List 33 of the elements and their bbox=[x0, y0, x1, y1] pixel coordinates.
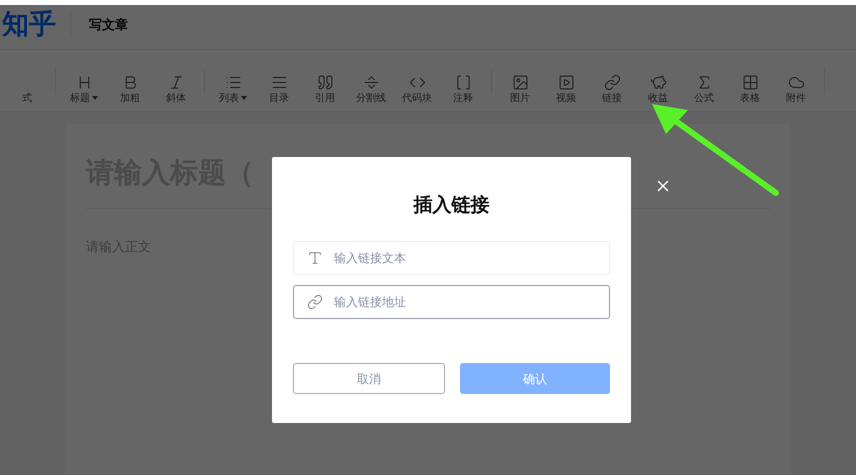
caret-icon bbox=[92, 96, 98, 100]
caret-icon bbox=[241, 96, 247, 100]
toolbar-button[interactable]: 附件 bbox=[773, 58, 819, 104]
brackets-icon bbox=[454, 74, 472, 90]
image-icon bbox=[512, 74, 528, 90]
toolbar-button[interactable]: 列表 bbox=[210, 58, 256, 104]
link-icon bbox=[604, 74, 620, 90]
toolbar-button[interactable]: 式 bbox=[4, 58, 50, 104]
toolbar-button[interactable]: 目录 bbox=[256, 58, 302, 104]
toolbar-button[interactable]: 公式 bbox=[681, 58, 727, 104]
divider-icon bbox=[362, 74, 380, 90]
dialog-title: 插入链接 bbox=[412, 194, 490, 218]
table-icon bbox=[742, 74, 758, 90]
quote-icon bbox=[316, 74, 334, 90]
toolbar-button[interactable]: 注释 bbox=[440, 58, 486, 104]
toolbar-button[interactable]: 斜体 bbox=[153, 58, 199, 104]
toolbar-button[interactable]: 标题 bbox=[61, 58, 107, 104]
toolbar-button[interactable]: 收益 bbox=[635, 58, 681, 104]
toolbar-button[interactable]: 图片 bbox=[497, 58, 543, 104]
text-icon bbox=[307, 250, 323, 266]
input-field[interactable]: 输入链接地址 bbox=[293, 285, 610, 319]
toolbar-button[interactable]: 表格 bbox=[727, 58, 773, 104]
toolbar-button[interactable]: 加粗 bbox=[107, 58, 153, 104]
logo[interactable]: 知乎 bbox=[2, 11, 71, 38]
toolbar-button[interactable]: 视频 bbox=[543, 58, 589, 104]
link-icon bbox=[307, 294, 323, 310]
cancel-button[interactable]: 取消 bbox=[293, 363, 445, 394]
toolbar-button[interactable]: 代码块 bbox=[394, 58, 440, 104]
toolbar-button[interactable]: 引用 bbox=[302, 58, 348, 104]
toolbar-button[interactable]: 分割线 bbox=[348, 58, 394, 104]
toolbar-button[interactable]: 链接 bbox=[589, 58, 635, 104]
page-title: 写文章 bbox=[89, 16, 128, 34]
play-icon bbox=[558, 74, 574, 90]
